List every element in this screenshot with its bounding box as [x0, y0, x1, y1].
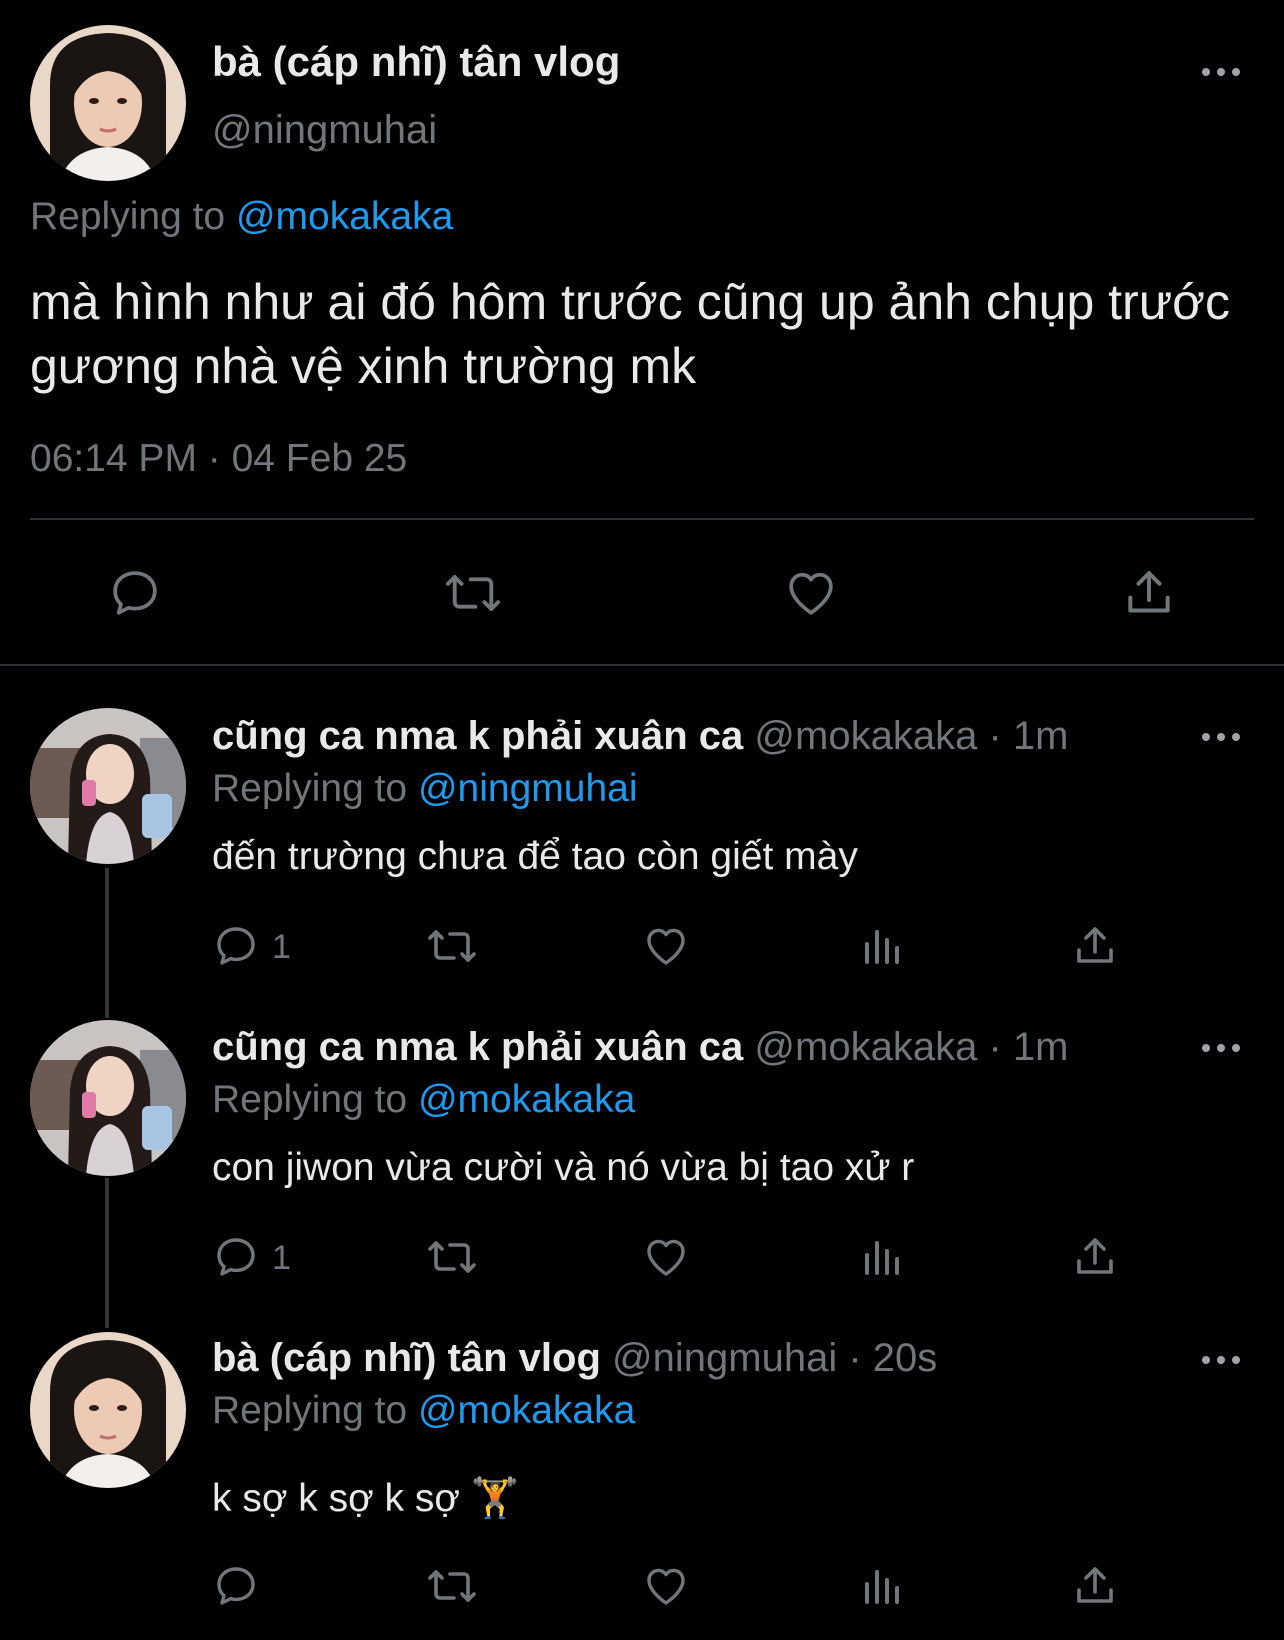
replying-mention-link[interactable]: @ningmuhai — [418, 767, 638, 810]
reply-count: 1 — [272, 928, 291, 966]
reply-icon[interactable] — [212, 1562, 260, 1610]
retweet-icon[interactable] — [424, 1233, 480, 1281]
reply-header: cũng ca nma k phải xuân ca @mokakaka · 1… — [212, 714, 1068, 759]
more-options-icon[interactable] — [1200, 1038, 1242, 1058]
replying-label: Replying to — [212, 1078, 418, 1121]
reply-replying-to: Replying to @mokakaka — [212, 1078, 635, 1122]
reply-author-name[interactable]: bà (cáp nhĩ) tân vlog — [212, 1336, 601, 1380]
reply-icon[interactable] — [107, 565, 163, 621]
reply-author-name[interactable]: cũng ca nma k phải xuân ca — [212, 714, 743, 758]
main-author-name[interactable]: bà (cáp nhĩ) tân vlog — [212, 38, 620, 86]
like-icon[interactable] — [783, 565, 839, 621]
reply-author-avatar[interactable] — [30, 708, 186, 864]
main-divider — [30, 518, 1254, 520]
reply-count: 1 — [272, 1239, 291, 1277]
retweet-icon[interactable] — [424, 1562, 480, 1610]
reply-replying-to: Replying to @mokakaka — [212, 1389, 635, 1433]
replying-label: Replying to — [212, 767, 418, 810]
more-options-icon[interactable] — [1200, 60, 1242, 80]
reply-text: đến trường chưa để tao còn giết mày — [212, 835, 858, 878]
share-icon[interactable] — [1071, 1233, 1119, 1281]
retweet-icon[interactable] — [424, 922, 480, 970]
views-icon[interactable] — [857, 1233, 905, 1281]
reply-icon[interactable] — [212, 1233, 260, 1281]
reply-author-handle[interactable]: @mokakaka — [754, 1025, 977, 1069]
replying-mention-link[interactable]: @mokakaka — [236, 195, 453, 238]
more-options-icon[interactable] — [1200, 727, 1242, 747]
replying-mention-link[interactable]: @mokakaka — [418, 1389, 635, 1432]
share-icon[interactable] — [1071, 1562, 1119, 1610]
thread-line — [105, 868, 109, 1018]
reply-icon[interactable] — [212, 922, 260, 970]
replying-mention-link[interactable]: @mokakaka — [418, 1078, 635, 1121]
reply-time[interactable]: · 1m — [988, 1025, 1068, 1069]
reply-author-name[interactable]: cũng ca nma k phải xuân ca — [212, 1025, 743, 1069]
reply-time[interactable]: · 20s — [848, 1336, 937, 1380]
main-author-avatar[interactable] — [30, 25, 186, 181]
reply-header: bà (cáp nhĩ) tân vlog @ningmuhai · 20s — [212, 1336, 937, 1381]
thread-line — [105, 1178, 109, 1328]
more-options-icon[interactable] — [1200, 1350, 1242, 1370]
replying-label: Replying to — [212, 1389, 418, 1432]
views-icon[interactable] — [857, 1562, 905, 1610]
retweet-icon[interactable] — [441, 565, 501, 621]
reply-text: k sợ k sợ k sợ 🏋 — [212, 1477, 520, 1520]
views-icon[interactable] — [857, 922, 905, 970]
reply-header: cũng ca nma k phải xuân ca @mokakaka · 1… — [212, 1025, 1068, 1070]
main-replying-to: Replying to @mokakaka — [30, 195, 453, 239]
main-author-handle[interactable]: @ningmuhai — [212, 108, 437, 153]
reply-time[interactable]: · 1m — [988, 714, 1068, 758]
reply-author-avatar[interactable] — [30, 1020, 186, 1176]
reply-replying-to: Replying to @ningmuhai — [212, 767, 638, 811]
reply-author-avatar[interactable] — [30, 1332, 186, 1488]
reply-author-handle[interactable]: @ningmuhai — [612, 1336, 837, 1380]
reply-text: con jiwon vừa cười và nó vừa bị tao xử r — [212, 1146, 915, 1189]
main-tweet-timestamp[interactable]: 06:14 PM · 04 Feb 25 — [30, 437, 407, 481]
replying-label: Replying to — [30, 195, 236, 238]
share-icon[interactable] — [1071, 922, 1119, 970]
like-icon[interactable] — [642, 1562, 690, 1610]
like-icon[interactable] — [642, 1233, 690, 1281]
section-divider — [0, 664, 1284, 666]
share-icon[interactable] — [1121, 565, 1177, 621]
reply-author-handle[interactable]: @mokakaka — [754, 714, 977, 758]
like-icon[interactable] — [642, 922, 690, 970]
main-tweet-text: mà hình như ai đó hôm trước cũng up ảnh … — [30, 274, 1230, 394]
